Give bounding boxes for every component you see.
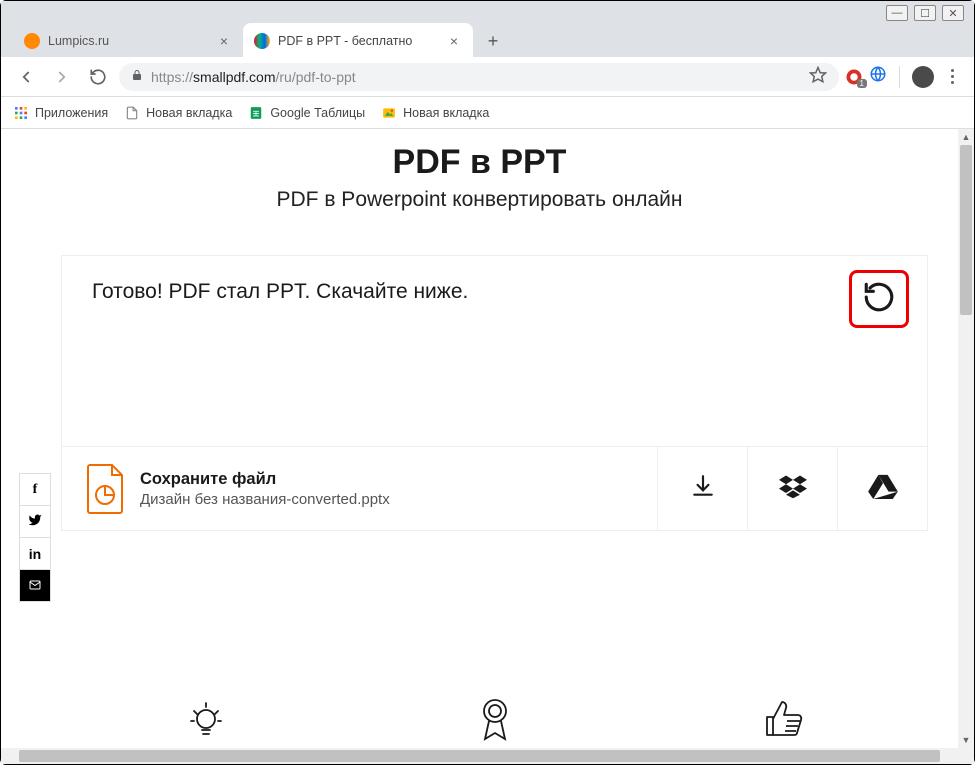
scroll-thumb[interactable]	[960, 145, 972, 315]
star-icon[interactable]	[809, 66, 827, 87]
back-button[interactable]	[11, 62, 41, 92]
tab-lumpics[interactable]: Lumpics.ru ×	[13, 23, 243, 57]
result-status-section: Готово! PDF стал PPT. Скачайте ниже.	[62, 256, 927, 446]
window-controls: — ☐ ✕	[886, 5, 964, 21]
tab-smallpdf[interactable]: PDF в PPT - бесплатно ×	[243, 23, 473, 57]
url-text: https://smallpdf.com/ru/pdf-to-ppt	[151, 69, 801, 85]
hero: PDF в PPT PDF в Powerpoint конвертироват…	[1, 129, 958, 212]
bookmark-sheets[interactable]: Google Таблицы	[248, 105, 365, 121]
scroll-corner	[958, 748, 974, 764]
result-card: Готово! PDF стал PPT. Скачайте ниже. С	[61, 255, 928, 531]
lock-icon	[131, 68, 143, 85]
tab-label: PDF в PPT - бесплатно	[278, 34, 446, 48]
file-info: Сохраните файл Дизайн без названия-conve…	[62, 447, 657, 530]
share-sidebar: f in	[19, 473, 51, 602]
google-drive-icon	[868, 473, 898, 504]
scroll-thumb[interactable]	[19, 750, 940, 762]
address-bar: https://smallpdf.com/ru/pdf-to-ppt 1	[1, 57, 974, 97]
horizontal-scrollbar[interactable]	[1, 748, 958, 764]
lightbulb-icon	[184, 697, 228, 741]
tab-close-button[interactable]: ×	[216, 33, 232, 49]
restart-icon	[862, 280, 896, 319]
bookmark-label: Новая вкладка	[403, 106, 489, 120]
start-over-button[interactable]	[858, 278, 900, 320]
share-email-button[interactable]	[19, 570, 51, 602]
share-linkedin-button[interactable]: in	[19, 538, 51, 570]
menu-button[interactable]	[940, 69, 964, 84]
feature-row	[61, 689, 928, 748]
download-row: Сохраните файл Дизайн без названия-conve…	[62, 446, 927, 530]
twitter-icon	[28, 513, 42, 530]
bookmark-label: Приложения	[35, 106, 108, 120]
save-file-label: Сохраните файл	[140, 470, 390, 489]
page-icon	[124, 105, 140, 121]
highlight-box	[849, 270, 909, 328]
forward-button[interactable]	[47, 62, 77, 92]
new-tab-button[interactable]: +	[479, 27, 507, 55]
status-text: Готово! PDF стал PPT. Скачайте ниже.	[92, 280, 897, 304]
thumbs-up-icon	[762, 697, 806, 741]
page-content: PDF в PPT PDF в Powerpoint конвертироват…	[1, 129, 958, 748]
apps-icon	[13, 105, 29, 121]
file-name: Дизайн без названия-converted.pptx	[140, 491, 390, 508]
adblock-extension-icon[interactable]: 1	[845, 68, 863, 86]
favicon-smallpdf	[254, 33, 270, 49]
bookmark-label: Новая вкладка	[146, 106, 232, 120]
window-maximize-button[interactable]: ☐	[914, 5, 936, 21]
reload-button[interactable]	[83, 62, 113, 92]
vertical-scrollbar[interactable]: ▲ ▼	[958, 129, 974, 748]
share-twitter-button[interactable]	[19, 506, 51, 538]
tab-strip: Lumpics.ru × PDF в PPT - бесплатно × +	[1, 1, 974, 57]
sheets-icon	[248, 105, 264, 121]
scroll-up-arrow[interactable]: ▲	[958, 129, 974, 145]
download-icon	[690, 473, 716, 504]
dropbox-icon	[779, 473, 807, 504]
window-minimize-button[interactable]: —	[886, 5, 908, 21]
page-subtitle: PDF в Powerpoint конвертировать онлайн	[1, 188, 958, 212]
bookmark-apps[interactable]: Приложения	[13, 105, 108, 121]
facebook-icon: f	[33, 482, 38, 498]
bookmark-label: Google Таблицы	[270, 106, 365, 120]
translate-extension-icon[interactable]	[869, 65, 887, 88]
tab-label: Lumpics.ru	[48, 34, 216, 48]
bookmark-newtab-1[interactable]: Новая вкладка	[124, 105, 232, 121]
save-dropbox-button[interactable]	[747, 447, 837, 530]
share-facebook-button[interactable]: f	[19, 474, 51, 506]
save-gdrive-button[interactable]	[837, 447, 927, 530]
divider	[899, 66, 900, 88]
bookmark-newtab-2[interactable]: Новая вкладка	[381, 105, 489, 121]
ppt-file-icon	[84, 463, 126, 515]
award-icon	[473, 697, 517, 741]
bookmarks-bar: Приложения Новая вкладка Google Таблицы …	[1, 97, 974, 129]
viewport: PDF в PPT PDF в Powerpoint конвертироват…	[1, 129, 974, 764]
profile-avatar[interactable]	[912, 66, 934, 88]
window-close-button[interactable]: ✕	[942, 5, 964, 21]
url-field[interactable]: https://smallpdf.com/ru/pdf-to-ppt	[119, 63, 839, 91]
page-title: PDF в PPT	[1, 143, 958, 182]
picture-icon	[381, 105, 397, 121]
download-button[interactable]	[657, 447, 747, 530]
scroll-down-arrow[interactable]: ▼	[958, 732, 974, 748]
tab-close-button[interactable]: ×	[446, 33, 462, 49]
favicon-lumpics	[24, 33, 40, 49]
mail-icon	[28, 578, 42, 594]
linkedin-icon: in	[29, 546, 41, 562]
